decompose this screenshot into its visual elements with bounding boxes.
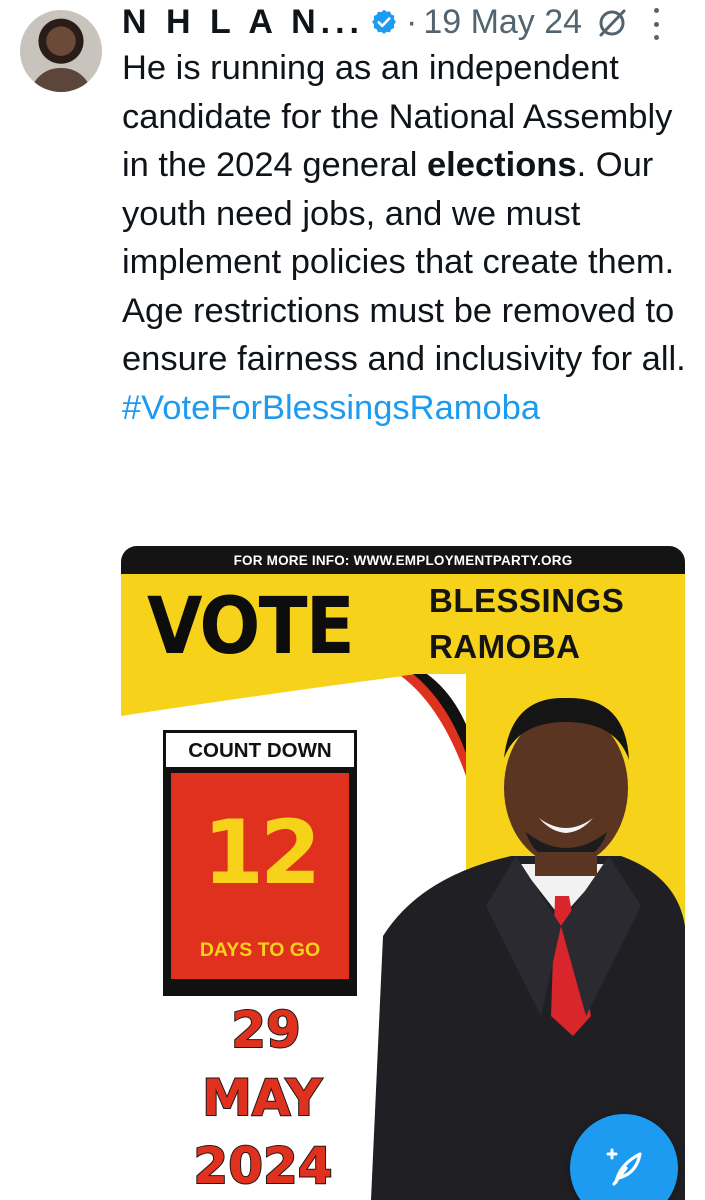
avatar-figure [30, 68, 92, 92]
poster-vote-heading: VOTE [147, 582, 355, 672]
author-avatar[interactable] [20, 10, 102, 92]
hashtag-link[interactable]: #VoteForBlessingsRamoba [122, 384, 692, 433]
grok-icon[interactable] [595, 6, 629, 40]
countdown-panel: 12 DAYS TO GO [171, 773, 349, 979]
election-date-year: 2024 [192, 1137, 333, 1195]
poster-info-bar: FOR MORE INFO: WWW.EMPLOYMENTPARTY.ORG [121, 546, 685, 574]
poster-candidate-last-name: RAMOBA [429, 628, 581, 665]
compose-post-icon [606, 1148, 642, 1186]
tweet-header: N H L A N... · 19 May 24 [122, 2, 582, 42]
election-date-month: MAY [201, 1069, 323, 1127]
poster-candidate-first-name: BLESSINGS [429, 582, 625, 619]
author-name[interactable]: N H L A N... [122, 3, 364, 42]
countdown-box: COUNT DOWN 12 DAYS TO GO [163, 730, 357, 996]
countdown-label: COUNT DOWN [166, 733, 354, 767]
tweet-text: He is running as an independent candidat… [122, 44, 692, 432]
verified-badge-icon [372, 9, 396, 34]
election-date-day: 29 [230, 1001, 302, 1059]
separator-dot: · [405, 2, 418, 41]
countdown-number: 12 [202, 801, 321, 904]
days-to-go-label: DAYS TO GO [199, 939, 321, 961]
post-date[interactable]: 19 May 24 [423, 3, 582, 42]
campaign-poster-image[interactable]: FOR MORE INFO: WWW.EMPLOYMENTPARTY.ORG V… [121, 546, 685, 1200]
more-options-icon[interactable] [650, 8, 662, 40]
tweet-text-bold: elections [427, 146, 577, 184]
